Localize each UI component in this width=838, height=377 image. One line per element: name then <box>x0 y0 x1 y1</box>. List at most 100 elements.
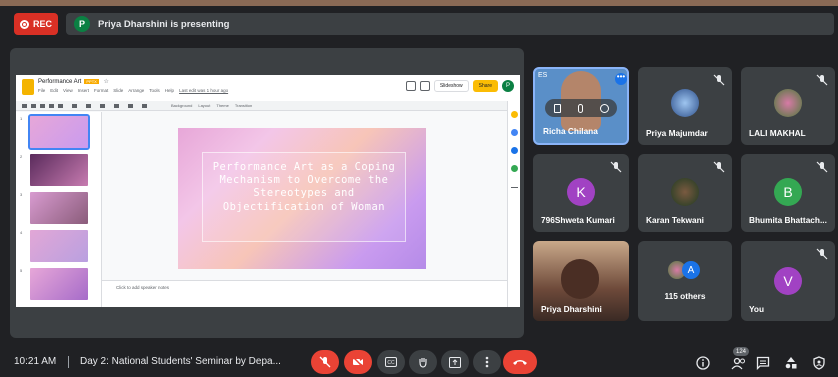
participant-tile-richa[interactable]: ES ••• Richa Chilana <box>533 67 629 145</box>
avatar-initial: B <box>783 184 793 200</box>
maps-icon[interactable] <box>511 165 518 172</box>
slide-thumbnail[interactable] <box>30 230 88 262</box>
star-icon: ☆ <box>103 79 109 85</box>
menu-edit[interactable]: Edit <box>50 88 58 93</box>
notes-placeholder: Click to add speaker notes <box>116 285 170 290</box>
mic-off-icon <box>816 161 828 173</box>
slide-text: Performance Art as a Coping Mechanism to… <box>212 161 396 213</box>
present-icon <box>449 356 461 368</box>
meeting-title: Day 2: National Students' Seminar by Dep… <box>80 356 281 367</box>
chat-button[interactable] <box>752 352 774 374</box>
participant-name: Karan Tekwani <box>646 215 704 225</box>
mic-off-icon <box>319 356 331 368</box>
top-strip <box>0 0 838 6</box>
record-icon <box>20 19 29 29</box>
people-icon <box>731 357 745 370</box>
participant-tile-others[interactable]: A 115 others <box>638 241 732 321</box>
comment-icon[interactable] <box>405 81 416 91</box>
participant-name: Priya Majumdar <box>646 128 708 138</box>
pin-icon[interactable] <box>553 103 561 113</box>
slide-thumbnail[interactable] <box>30 268 88 300</box>
presenter-avatar: P <box>74 16 90 32</box>
menu-help[interactable]: Help <box>165 88 174 93</box>
participant-video <box>561 259 599 299</box>
leave-call-button[interactable] <box>503 350 537 374</box>
toolbar-background[interactable]: Background <box>171 103 192 108</box>
mic-off-icon <box>713 161 725 173</box>
raise-hand-button[interactable] <box>409 350 437 374</box>
slide-number: 3 <box>20 192 23 197</box>
slides-toolbar: Background Layout Theme Transition <box>16 101 520 111</box>
meeting-details-button[interactable] <box>692 352 714 374</box>
tasks-icon[interactable] <box>511 129 518 136</box>
participant-tile-you[interactable]: V You <box>741 241 835 321</box>
slide-number: 4 <box>20 230 23 235</box>
avatar-initial: A <box>687 264 695 276</box>
participant-tile-bhumita[interactable]: B Bhumita Bhattach... <box>741 154 835 232</box>
participant-name: 796Shweta Kumari <box>541 215 615 225</box>
avatar: V <box>774 267 802 295</box>
svg-text:CC: CC <box>387 360 395 366</box>
menu-slide[interactable]: Slide <box>113 88 123 93</box>
camera-icon[interactable] <box>419 81 430 91</box>
meet-window: REC P Priya Dharshini is presenting Perf… <box>0 0 838 377</box>
slide-thumbnail[interactable] <box>30 154 88 186</box>
slide-number: 5 <box>20 268 23 273</box>
participant-tile-lali[interactable]: LALI MAKHAL <box>741 67 835 145</box>
activities-icon <box>785 357 797 369</box>
participant-tile-priya-d[interactable]: Priya Dharshini <box>533 241 629 321</box>
menu-view[interactable]: View <box>63 88 73 93</box>
toolbar-theme[interactable]: Theme <box>216 103 228 108</box>
participant-tile-priya-m[interactable]: Priya Majumdar <box>638 67 732 145</box>
slideshow-button[interactable]: Slideshow <box>433 80 469 92</box>
menu-tools[interactable]: Tools <box>149 88 160 93</box>
toolbar-layout[interactable]: Layout <box>198 103 210 108</box>
slide-thumbnail[interactable] <box>28 114 90 150</box>
host-controls-button[interactable] <box>808 352 830 374</box>
toolbar-icons[interactable] <box>22 103 162 109</box>
presenting-text: Priya Dharshini is presenting <box>98 18 230 30</box>
menu-insert[interactable]: Insert <box>78 88 89 93</box>
participant-top-label: ES <box>538 72 548 79</box>
keep-icon[interactable] <box>511 111 518 118</box>
menu-file[interactable]: File <box>38 88 45 93</box>
user-avatar[interactable]: P <box>502 80 514 92</box>
tile-hover-controls <box>545 99 617 117</box>
speaker-notes[interactable]: Click to add speaker notes <box>102 280 507 307</box>
mic-toggle-button[interactable] <box>311 350 339 374</box>
hand-icon <box>419 358 427 368</box>
camera-toggle-button[interactable] <box>344 350 372 374</box>
slide-thumbnail[interactable] <box>30 192 88 224</box>
avatar: K <box>567 178 595 206</box>
menu-format[interactable]: Format <box>94 88 108 93</box>
mic-off-icon <box>610 161 622 173</box>
more-options-button[interactable] <box>473 350 501 374</box>
main-slide[interactable]: Performance Art as a Coping Mechanism to… <box>178 128 426 269</box>
present-button[interactable] <box>441 350 469 374</box>
last-edit[interactable]: Last edit was 1 hour ago <box>179 88 228 93</box>
captions-button[interactable]: CC <box>377 350 405 374</box>
recording-badge: REC <box>14 13 58 35</box>
slide-number: 1 <box>20 116 23 121</box>
participant-tile-shweta[interactable]: K 796Shweta Kumari <box>533 154 629 232</box>
share-button[interactable]: Share <box>472 80 498 92</box>
avatar-initial: V <box>783 273 793 289</box>
toolbar-transition[interactable]: Transition <box>235 103 252 108</box>
mic-icon[interactable] <box>577 103 583 113</box>
activities-button[interactable] <box>780 352 802 374</box>
slides-logo-icon <box>22 79 34 95</box>
menu-arrange[interactable]: Arrange <box>128 88 144 93</box>
add-icon[interactable] <box>511 187 518 188</box>
people-button[interactable] <box>728 352 750 374</box>
filmstrip: 1 2 3 4 5 <box>16 112 102 307</box>
participant-name: LALI MAKHAL <box>749 128 806 138</box>
contacts-icon[interactable] <box>511 147 518 154</box>
avatar <box>671 89 699 117</box>
shared-screen[interactable]: Performance Art PPTX ☆ File Edit View Insert… <box>16 75 520 307</box>
mic-off-icon <box>713 74 725 86</box>
mic-off-icon <box>816 74 828 86</box>
more-options-icon[interactable]: ••• <box>615 73 627 85</box>
shield-icon <box>813 356 825 370</box>
participant-tile-karan[interactable]: Karan Tekwani <box>638 154 732 232</box>
remove-icon[interactable] <box>599 103 609 113</box>
